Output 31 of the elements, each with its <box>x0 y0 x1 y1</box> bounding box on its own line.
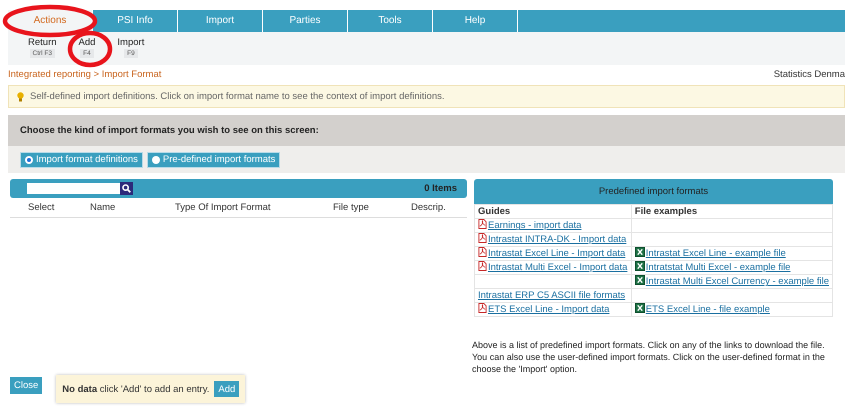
pdf-icon <box>478 261 487 272</box>
lightbulb-icon <box>17 92 24 102</box>
item-count: 0 Items <box>424 183 457 195</box>
column-header: File type <box>333 202 370 214</box>
pdf-icon <box>478 233 487 244</box>
search-button[interactable] <box>120 182 133 196</box>
column-header: Descrip. <box>411 202 447 214</box>
column-header: Type Of Import Format <box>175 202 272 214</box>
radio-option[interactable]: Import format definitions <box>20 152 143 168</box>
pdf-icon <box>478 247 487 258</box>
close-button[interactable]: Close <box>10 377 42 394</box>
help-paragraph: Above is a list of predefined import formats. Click on any of the links to download the file. You can also use the user-defined import formats. Click on the user-defined format in the choose the 'Import' option. <box>472 339 826 376</box>
column-header: Name <box>90 202 116 214</box>
empty-message: No data click 'Add' to add an entry. <box>62 384 210 396</box>
organization-name: Statistics Denma <box>774 69 845 80</box>
column-header: Guides <box>474 204 632 219</box>
spreadsheet-icon <box>634 275 645 286</box>
section-header: Choose the kind of import formats you wish to see on this screen: <box>8 115 845 146</box>
pdf-icon <box>478 303 487 314</box>
spreadsheet-icon <box>634 303 645 314</box>
pdf-icon <box>478 219 487 230</box>
info-text: Self-defined import definitions. Click on import format name to see the context of import definitions. <box>30 91 445 103</box>
spreadsheet-icon <box>634 261 645 272</box>
add-button[interactable]: Add <box>214 381 240 398</box>
breadcrumb: Integrated reporting > Import Format <box>8 69 162 80</box>
column-header: Select <box>28 202 56 214</box>
search-field[interactable] <box>27 183 120 194</box>
radio-option[interactable]: Pre-defined import formats <box>146 152 280 168</box>
column-header: File examples <box>631 204 832 219</box>
panel-header: Predefined import formats <box>474 179 833 204</box>
spreadsheet-icon <box>634 247 645 258</box>
